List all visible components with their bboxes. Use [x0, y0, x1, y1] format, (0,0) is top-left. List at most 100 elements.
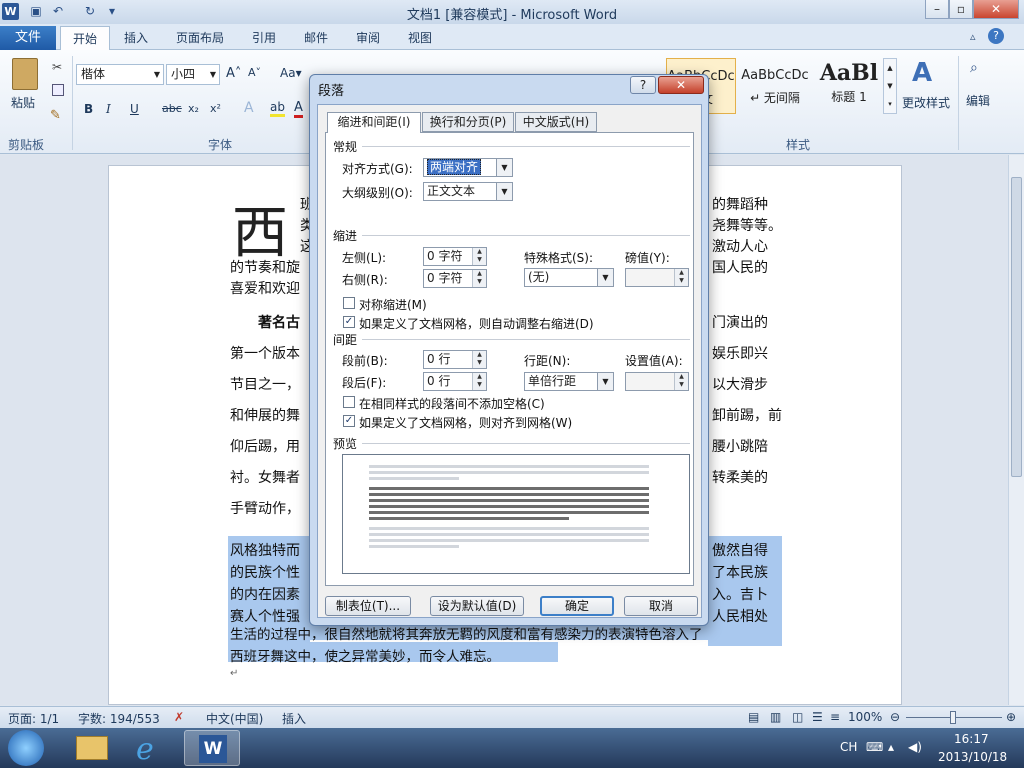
spacing-at-spinner[interactable]: ▲ ▼	[674, 373, 688, 390]
subscript-icon[interactable]: x₂	[188, 102, 199, 115]
spacing-at-input[interactable]: ▲ ▼	[625, 372, 689, 391]
font-color-icon[interactable]: A	[294, 100, 303, 118]
help-icon[interactable]: ?	[988, 28, 1004, 44]
style-no-spacing[interactable]: AaBbCcDc ↵ 无间隔	[740, 58, 810, 114]
format-painter-icon[interactable]: ✎	[50, 108, 61, 123]
tab-asian-typography[interactable]: 中文版式(H)	[515, 112, 597, 132]
doc-line: 激动人心	[712, 239, 768, 255]
italic-icon[interactable]: I	[106, 102, 111, 116]
grow-font-icon[interactable]: A˄	[226, 66, 241, 81]
change-case-icon[interactable]: Aa▾	[280, 66, 302, 80]
draft-view-icon[interactable]: ≡	[830, 710, 840, 724]
bold-icon[interactable]: B	[84, 102, 93, 116]
font-size-combo[interactable]: 小四 ▼	[166, 64, 220, 85]
shrink-font-icon[interactable]: A˅	[248, 66, 261, 79]
special-indent-select[interactable]: (无) ▼	[524, 268, 614, 287]
full-screen-icon[interactable]: ▥	[770, 710, 781, 724]
indent-right-spinner[interactable]: ▲ ▼	[472, 270, 486, 287]
web-layout-icon[interactable]: ◫	[792, 710, 803, 724]
close-window-button[interactable]: ✕	[973, 0, 1019, 19]
ok-button[interactable]: 确定	[540, 596, 614, 616]
text-effects-icon[interactable]: A	[244, 100, 254, 116]
zoom-in-icon[interactable]: ⊕	[1006, 710, 1016, 724]
auto-adjust-indent-checkbox[interactable]: ✓	[343, 316, 355, 328]
mirror-indents-checkbox[interactable]	[343, 297, 355, 309]
indent-left-spinner[interactable]: ▲ ▼	[472, 248, 486, 265]
tab-indent-spacing[interactable]: 缩进和间距(I)	[327, 112, 421, 133]
highlight-icon[interactable]: ab	[270, 100, 285, 117]
doc-line-selected: 西班牙舞这中，使之异常美妙，而令人难忘。	[230, 649, 500, 665]
doc-line-selected: 入。吉卜	[712, 587, 768, 603]
tab-home[interactable]: 开始	[60, 26, 110, 50]
explorer-taskbar-icon[interactable]	[64, 730, 120, 766]
proofing-icon[interactable]: ✗	[174, 710, 184, 724]
styles-scroll[interactable]: ▲ ▼ ▾	[883, 58, 897, 114]
insert-mode[interactable]: 插入	[282, 710, 306, 727]
spacing-before-spinner[interactable]: ▲ ▼	[472, 351, 486, 368]
set-default-button[interactable]: 设为默认值(D)	[430, 596, 524, 616]
vertical-scrollbar[interactable]	[1008, 155, 1024, 705]
paste-icon[interactable]	[12, 58, 38, 90]
spacing-after-input[interactable]: 0 行 ▲ ▼	[423, 372, 487, 391]
maximize-button[interactable]: ▫	[949, 0, 973, 19]
no-space-same-style-checkbox[interactable]	[343, 396, 355, 408]
clock-date[interactable]: 2013/10/18	[938, 750, 1007, 764]
spacing-after-spinner[interactable]: ▲ ▼	[472, 373, 486, 390]
word-taskbar-icon[interactable]: W	[184, 730, 240, 766]
doc-line-selected: 的民族个性	[230, 565, 300, 581]
edit-button[interactable]: 编辑	[966, 92, 990, 109]
zoom-out-icon[interactable]: ⊖	[890, 710, 900, 724]
tab-references[interactable]: 引用	[244, 26, 284, 50]
indent-right-input[interactable]: 0 字符 ▲ ▼	[423, 269, 487, 288]
alignment-select[interactable]: 两端对齐 ▼	[423, 158, 513, 177]
keyboard-icon[interactable]: ⌨	[866, 740, 883, 754]
snap-to-grid-checkbox[interactable]: ✓	[343, 415, 355, 427]
tab-mailings[interactable]: 邮件	[296, 26, 336, 50]
tabs-button[interactable]: 制表位(T)...	[325, 596, 411, 616]
start-button[interactable]	[8, 730, 44, 766]
font-name-combo[interactable]: 楷体 ▼	[76, 64, 164, 85]
outline-level-select[interactable]: 正文文本 ▼	[423, 182, 513, 201]
print-layout-icon[interactable]: ▤	[748, 710, 759, 724]
tab-insert[interactable]: 插入	[116, 26, 156, 50]
cut-icon[interactable]: ✂	[52, 60, 62, 74]
minimize-button[interactable]: –	[925, 0, 949, 19]
paste-button[interactable]: 粘贴	[11, 94, 35, 111]
underline-icon[interactable]: U	[130, 102, 139, 116]
tab-file[interactable]: 文件	[0, 26, 56, 50]
indent-by-spinner[interactable]: ▲ ▼	[674, 269, 688, 286]
tab-view[interactable]: 视图	[400, 26, 440, 50]
collapse-ribbon-icon[interactable]: ▵	[970, 30, 976, 43]
superscript-icon[interactable]: x²	[210, 102, 221, 115]
change-styles-button[interactable]: 更改样式	[902, 94, 950, 111]
zoom-level[interactable]: 100%	[848, 710, 882, 724]
tray-expand-icon[interactable]: ▴	[888, 740, 894, 754]
find-binoculars-icon[interactable]: ⌕	[970, 60, 978, 76]
ie-taskbar-icon[interactable]: e	[124, 730, 180, 767]
word-count[interactable]: 字数: 194/553	[78, 710, 160, 727]
page-count[interactable]: 页面: 1/1	[8, 710, 59, 727]
tab-review[interactable]: 审阅	[348, 26, 388, 50]
ime-indicator[interactable]: CH	[840, 740, 857, 754]
spacing-before-input[interactable]: 0 行 ▲ ▼	[423, 350, 487, 369]
outline-view-icon[interactable]: ☰	[812, 710, 823, 724]
doc-line-selected: 生活的过程中，很自然地就将其奔放无羁的风度和富有感染力的表演特色溶入了	[230, 627, 703, 643]
dialog-help-button[interactable]: ?	[630, 76, 656, 94]
strikethrough-icon[interactable]: abc	[162, 102, 182, 115]
volume-icon[interactable]: ◀)	[908, 740, 922, 754]
alignment-label: 对齐方式(G):	[342, 162, 413, 176]
clock-time[interactable]: 16:17	[954, 732, 989, 746]
indent-left-input[interactable]: 0 字符 ▲ ▼	[423, 247, 487, 266]
style-heading-1[interactable]: AaBl 标题 1	[814, 58, 884, 114]
language-indicator[interactable]: 中文(中国)	[206, 710, 263, 727]
scroll-thumb[interactable]	[1011, 177, 1022, 477]
indent-by-input[interactable]: ▲ ▼	[625, 268, 689, 287]
tab-page-layout[interactable]: 页面布局	[168, 26, 232, 50]
cancel-button[interactable]: 取消	[624, 596, 698, 616]
zoom-slider-thumb[interactable]	[950, 711, 956, 724]
copy-icon[interactable]	[52, 84, 64, 96]
dialog-close-button[interactable]: ✕	[658, 76, 704, 94]
line-spacing-select[interactable]: 单倍行距 ▼	[524, 372, 614, 391]
change-styles-icon[interactable]: A	[912, 58, 932, 88]
tab-line-page-breaks[interactable]: 换行和分页(P)	[422, 112, 514, 132]
